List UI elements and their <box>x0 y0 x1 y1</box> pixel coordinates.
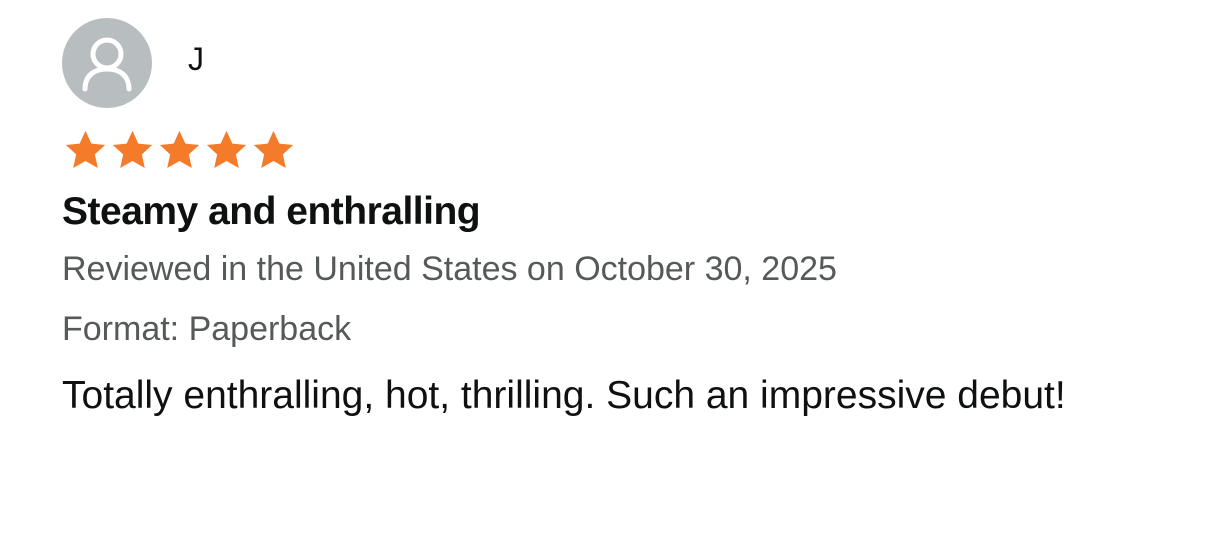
review-card: J Steamy and enthralling Reviewed in the… <box>62 18 1182 425</box>
review-title[interactable]: Steamy and enthralling <box>62 187 1182 237</box>
review-format: Format: Paperback <box>62 310 352 348</box>
star-icon <box>159 130 200 168</box>
review-date: Reviewed in the United States on October… <box>62 250 837 288</box>
reviewer-profile[interactable]: J <box>62 18 1182 108</box>
star-icon <box>206 130 247 168</box>
star-icon <box>65 130 106 168</box>
star-icon <box>112 130 153 168</box>
user-silhouette-icon <box>82 37 132 92</box>
review-text: Totally enthralling, hot, thrilling. Suc… <box>62 374 1066 417</box>
avatar[interactable] <box>62 18 152 108</box>
star-rating <box>62 128 1182 172</box>
reviewer-name[interactable]: J <box>188 43 204 75</box>
star-icon <box>253 130 294 168</box>
